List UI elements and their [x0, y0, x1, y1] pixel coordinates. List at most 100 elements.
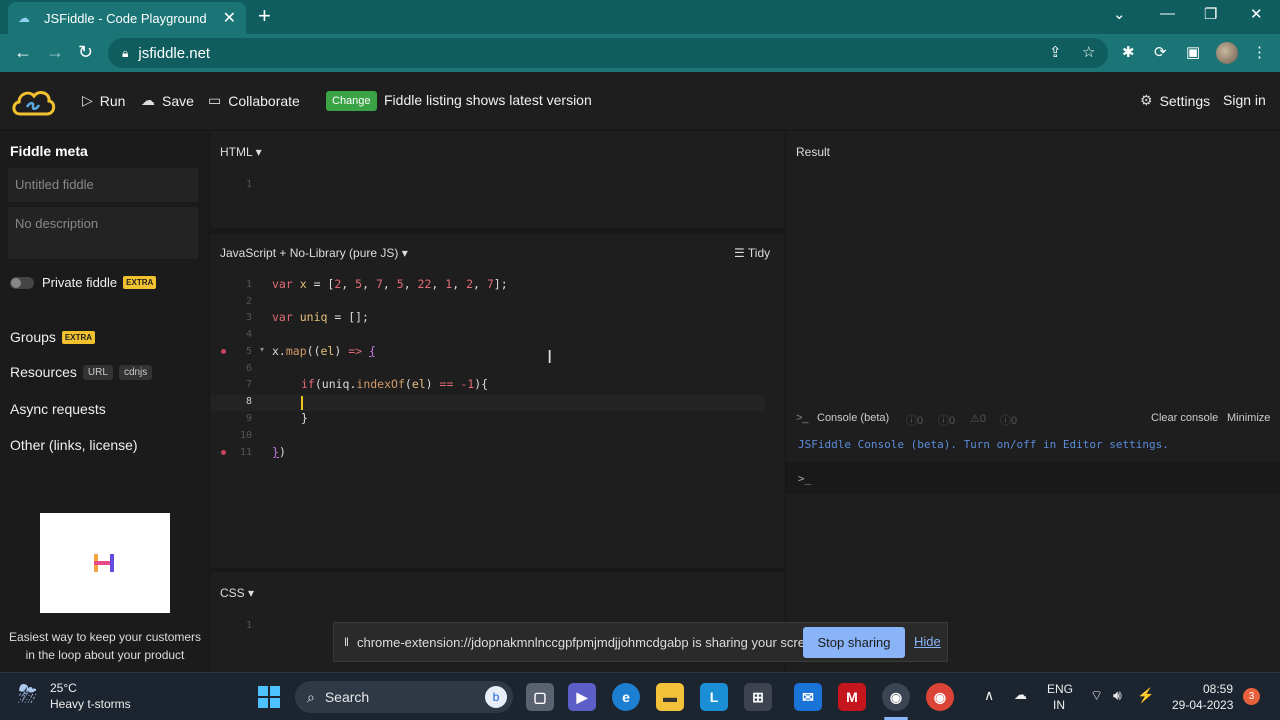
- listing-notice: Fiddle listing shows latest version: [384, 92, 592, 108]
- hide-link[interactable]: Hide: [914, 634, 941, 649]
- i-beam-cursor-icon: Ⅰ: [547, 347, 553, 367]
- bing-icon[interactable]: b: [485, 686, 507, 708]
- line-number: 1: [245, 279, 252, 290]
- tab-title: JSFiddle - Code Playground: [44, 10, 207, 26]
- breakpoint-dot[interactable]: [221, 349, 226, 354]
- extension-icon[interactable]: ⟳: [1154, 44, 1167, 62]
- fiddle-title-field[interactable]: Untitled fiddle: [8, 168, 198, 202]
- settings-button[interactable]: ⚙ Settings: [1140, 92, 1210, 109]
- resources-label: Resources: [10, 364, 77, 380]
- html-editor-pane[interactable]: HTML ▾ 1: [210, 132, 784, 234]
- windows-start-icon[interactable]: [257, 685, 281, 709]
- fiddle-description-field[interactable]: No description: [8, 207, 198, 259]
- chrome-profile-icon[interactable]: ◉: [882, 683, 910, 711]
- reload-icon[interactable]: ↻: [78, 42, 93, 62]
- side-panel-icon[interactable]: ▣: [1186, 44, 1200, 62]
- edge-browser-icon[interactable]: e: [612, 683, 640, 711]
- new-tab-button[interactable]: +: [258, 5, 271, 27]
- result-label: Result: [796, 145, 831, 159]
- cdnjs-badge[interactable]: cdnjs: [118, 364, 153, 380]
- browser-toolbar: ← → ↻ 🔒︎ jsfiddle.net ⇪ ☆ ✱ ⟳ ▣ ⋮: [0, 34, 1280, 72]
- tidy-button[interactable]: ☰ Tidy: [734, 246, 770, 260]
- restore-window-icon[interactable]: ❐: [1204, 5, 1217, 23]
- weather-storm-icon[interactable]: ⛈: [18, 681, 37, 709]
- url-badge[interactable]: URL: [82, 364, 113, 380]
- save-button[interactable]: ☁ Save: [141, 92, 194, 109]
- forward-arrow-icon[interactable]: →: [46, 42, 64, 62]
- run-label: Run: [99, 92, 126, 109]
- chevron-down-icon[interactable]: ⌄: [1113, 5, 1126, 23]
- wifi-icon[interactable]: ⌔: [1090, 687, 1103, 705]
- network-warning-icon[interactable]: ☁: [1014, 687, 1027, 703]
- fold-arrow-icon[interactable]: ▾: [260, 345, 264, 354]
- clock-date[interactable]: 29-04-2023: [1172, 698, 1233, 712]
- ad-text[interactable]: Easiest way to keep your customers in th…: [6, 628, 204, 664]
- async-requests-link[interactable]: Async requests: [10, 401, 106, 417]
- line-number: 8: [245, 396, 252, 407]
- result-pane[interactable]: Result >_ Console (beta) ⓘ0 ⓘ0 ⚠0 ⓘ0 Cle…: [785, 132, 1280, 672]
- weather-condition[interactable]: Heavy t-storms: [50, 697, 131, 711]
- browser-tab[interactable]: ☁ JSFiddle - Code Playground ✕: [8, 2, 246, 34]
- weather-temp[interactable]: 25°C: [50, 681, 77, 695]
- collaborate-button[interactable]: ▭ Collaborate: [208, 92, 300, 109]
- html-language-dropdown[interactable]: HTML ▾: [220, 145, 262, 159]
- jsfiddle-logo-icon[interactable]: [10, 86, 56, 118]
- other-links-link[interactable]: Other (links, license): [10, 437, 138, 453]
- share-icon[interactable]: ⇪: [1049, 44, 1062, 62]
- language-indicator[interactable]: ENG: [1047, 682, 1073, 696]
- battery-icon[interactable]: ⚡: [1137, 687, 1154, 704]
- private-fiddle-label: Private fiddle: [42, 275, 118, 290]
- tray-chevron-up-icon[interactable]: ∧: [984, 687, 994, 704]
- code-line-7: if(uniq.indexOf(el) == -1){: [301, 377, 489, 391]
- minimize-console-button[interactable]: Minimize: [1227, 412, 1270, 424]
- console-input[interactable]: >_: [786, 462, 1280, 494]
- ad-image[interactable]: [40, 513, 170, 613]
- run-button[interactable]: ▷ Run: [82, 92, 125, 109]
- close-window-icon[interactable]: ✕: [1250, 5, 1263, 23]
- css-language-dropdown[interactable]: CSS ▾: [220, 586, 254, 600]
- line-number: 5: [245, 346, 252, 357]
- resources-link[interactable]: Resources URL cdnjs: [10, 364, 153, 380]
- language-region[interactable]: IN: [1053, 698, 1065, 712]
- breakpoint-dot[interactable]: [221, 450, 226, 455]
- line-number: 2: [245, 296, 252, 307]
- clock-time[interactable]: 08:59: [1203, 682, 1233, 696]
- mail-icon[interactable]: ✉: [794, 683, 822, 711]
- js-language-dropdown[interactable]: JavaScript + No-Library (pure JS) ▾: [220, 246, 408, 260]
- mcafee-icon[interactable]: M: [838, 683, 866, 711]
- chrome-icon[interactable]: ◉: [926, 683, 954, 711]
- code-line-5: x.map((el) => {: [272, 344, 376, 358]
- private-fiddle-toggle[interactable]: [10, 277, 34, 289]
- volume-icon[interactable]: 🔊︎: [1113, 687, 1122, 704]
- minimize-window-icon[interactable]: —: [1160, 5, 1175, 22]
- file-explorer-icon[interactable]: ▬: [656, 683, 684, 711]
- line-number: 1: [245, 179, 252, 190]
- app-l-icon[interactable]: L: [700, 683, 728, 711]
- line-number: 4: [245, 329, 252, 340]
- close-tab-icon[interactable]: ✕: [223, 8, 236, 28]
- profile-avatar[interactable]: [1216, 42, 1238, 64]
- clear-console-button[interactable]: Clear console: [1151, 412, 1218, 424]
- js-label: JavaScript + No-Library (pure JS): [220, 246, 399, 260]
- back-arrow-icon[interactable]: ←: [14, 42, 32, 62]
- bookmark-star-icon[interactable]: ☆: [1082, 44, 1095, 62]
- address-bar[interactable]: 🔒︎ jsfiddle.net: [108, 38, 1108, 68]
- error-count: ⓘ0: [938, 415, 956, 427]
- warning-count: ⚠0: [970, 413, 986, 425]
- menu-kebab-icon[interactable]: ⋮: [1252, 44, 1267, 62]
- sign-in-link[interactable]: Sign in: [1223, 92, 1266, 108]
- taskbar-search[interactable]: ⌕ Search b: [295, 681, 513, 713]
- teams-chat-icon[interactable]: ▶: [568, 683, 596, 711]
- settings-label: Settings: [1159, 92, 1211, 109]
- notification-count-badge[interactable]: 3: [1243, 688, 1260, 705]
- jsfiddle-cloud-icon: ☁: [18, 11, 30, 25]
- stop-sharing-button[interactable]: Stop sharing: [803, 627, 905, 658]
- microsoft-store-icon[interactable]: ⊞: [744, 683, 772, 711]
- change-badge[interactable]: Change: [326, 91, 377, 111]
- js-editor-pane[interactable]: JavaScript + No-Library (pure JS) ▾ ☰ Ti…: [210, 238, 784, 572]
- extensions-puzzle-icon[interactable]: ✱: [1122, 44, 1135, 62]
- pause-handle-icon[interactable]: ‖: [344, 635, 349, 649]
- groups-link[interactable]: Groups EXTRA: [10, 329, 96, 345]
- chat-bubble-icon: ▭: [208, 92, 222, 108]
- task-view-icon[interactable]: ▢: [526, 683, 554, 711]
